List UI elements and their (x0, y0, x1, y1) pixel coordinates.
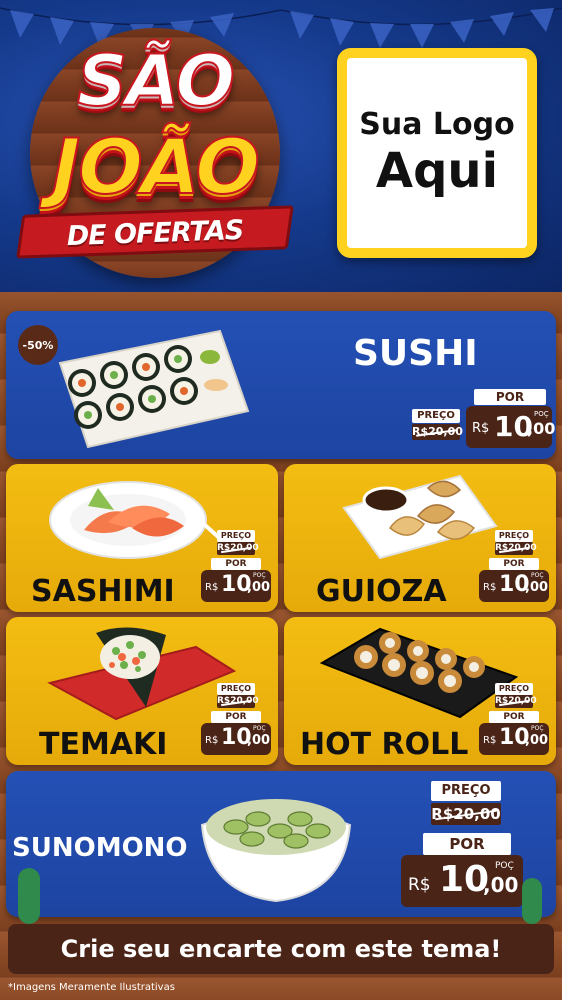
por-label: POR (423, 833, 511, 855)
new-price: R$ 10 ,00 POÇ (479, 723, 549, 755)
cactus-decoration-left (18, 868, 40, 924)
currency: R$ (408, 875, 431, 895)
price-label: PREÇO (412, 409, 460, 423)
por-label: POR (489, 558, 539, 570)
product-name-sunomono: SUNOMONO (12, 833, 188, 863)
cta-banner[interactable]: Crie seu encarte com este tema! (8, 924, 554, 974)
por-label: POR (489, 711, 539, 723)
product-card-sushi[interactable]: -50% SUSHI PREÇO R$20,00 POR (6, 311, 556, 459)
cactus-decoration-right (522, 878, 542, 924)
currency: R$ (472, 421, 490, 436)
old-price: R$20,00 (217, 695, 259, 708)
new-price: R$ 10 ,00 POÇ (401, 855, 523, 907)
price-tag-sushi: PREÇO R$20,00 POR R$ 10 ,00 POÇ (412, 389, 556, 451)
currency: R$ (205, 735, 219, 746)
por-label: POR (211, 711, 261, 723)
price-label: PREÇO (495, 530, 533, 542)
new-price: R$ 10 ,00 POÇ (479, 570, 549, 602)
poc-label: POÇ (531, 725, 544, 732)
price-tag-hot-roll: PREÇO R$20,00 POR R$ 10 ,00 POÇ (479, 683, 549, 755)
poc-label: POÇ (534, 410, 549, 418)
title-joao: JOÃO (51, 121, 261, 212)
old-price: R$20,00 (495, 695, 537, 708)
header: SÃO JOÃO DE OFERTAS Sua Logo Aqui (0, 0, 562, 300)
old-price: R$20,00 (217, 542, 259, 555)
product-name-sushi: SUSHI (353, 333, 478, 374)
title-ribbon-text: DE OFERTAS (66, 214, 244, 253)
product-card-hot-roll[interactable]: HOT ROLL PREÇO R$20,00 POR R$ 10 ,00 POÇ (284, 617, 556, 765)
title-sao: SÃO (76, 39, 236, 123)
new-price: R$ 10 ,00 POÇ (201, 570, 271, 602)
product-card-sunomono[interactable]: SUNOMONO PREÇO R$20,00 POR R$ 10 ,00 POÇ (6, 771, 556, 917)
disclaimer-text: *Imagens Meramente Ilustrativas (8, 982, 175, 993)
old-price: R$20,00 (495, 542, 537, 555)
sushi-image (58, 329, 250, 449)
product-name-sashimi: SASHIMI (31, 574, 175, 609)
poc-label: POÇ (495, 861, 514, 871)
product-card-guioza[interactable]: GUIOZA PREÇO R$20,00 POR R$ 10 ,00 POÇ (284, 464, 556, 612)
logo-text-line1: Sua Logo (359, 107, 515, 142)
product-name-hot-roll: HOT ROLL (300, 727, 469, 762)
price-label: PREÇO (431, 781, 501, 801)
new-price: R$ 10 ,00 POÇ (201, 723, 271, 755)
currency: R$ (483, 582, 497, 593)
price-decimal: ,00 (525, 733, 549, 748)
poc-label: POÇ (531, 572, 544, 579)
new-price: R$ 10 ,00 POÇ (466, 406, 556, 448)
product-name-temaki: TEMAKI (39, 727, 168, 762)
price-tag-sunomono: PREÇO R$20,00 POR R$ 10 ,00 POÇ (401, 781, 526, 913)
product-card-temaki[interactable]: TEMAKI PREÇO R$20,00 POR R$ 10 ,00 POÇ (6, 617, 278, 765)
currency: R$ (205, 582, 219, 593)
old-price: R$20,00 (412, 424, 463, 440)
price-label: PREÇO (495, 683, 533, 695)
price-decimal: ,00 (525, 580, 549, 595)
por-label: POR (474, 389, 546, 405)
price-decimal: ,00 (483, 873, 519, 897)
currency: R$ (483, 735, 497, 746)
product-name-guioza: GUIOZA (316, 574, 447, 609)
price-tag-guioza: PREÇO R$20,00 POR R$ 10 ,00 POÇ (479, 530, 549, 602)
poc-label: POÇ (253, 572, 266, 579)
price-decimal: ,00 (527, 419, 556, 438)
price-decimal: ,00 (247, 733, 271, 748)
guioza-image (342, 474, 498, 560)
price-label: PREÇO (217, 530, 255, 542)
price-tag-sashimi: PREÇO R$20,00 POR R$ 10 ,00 POÇ (201, 530, 271, 602)
poc-label: POÇ (253, 725, 266, 732)
price-decimal: ,00 (247, 580, 271, 595)
logo-text-line2: Aqui (375, 143, 499, 199)
price-tag-temaki: PREÇO R$20,00 POR R$ 10 ,00 POÇ (201, 683, 271, 755)
logo-placeholder[interactable]: Sua Logo Aqui (337, 48, 537, 258)
por-label: POR (211, 558, 261, 570)
product-card-sashimi[interactable]: SASHIMI PREÇO R$20,00 POR R$ 10 ,00 POÇ (6, 464, 278, 612)
old-price: R$20,00 (431, 803, 501, 825)
flyer: SÃO JOÃO DE OFERTAS Sua Logo Aqui -50% S… (0, 0, 562, 1000)
price-integer: 10 (439, 859, 490, 900)
sunomono-image (200, 799, 352, 903)
price-label: PREÇO (217, 683, 255, 695)
